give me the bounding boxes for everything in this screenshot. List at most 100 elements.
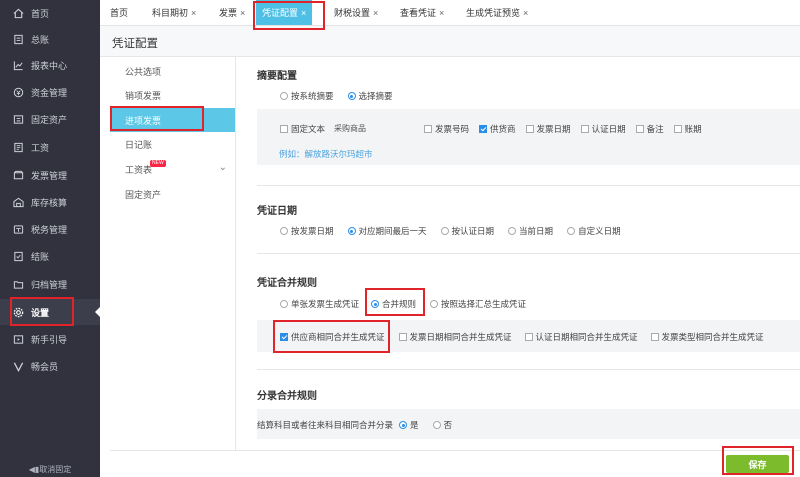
- sidebar-item-home[interactable]: 首页: [0, 0, 100, 26]
- tab-home[interactable]: 首页: [110, 0, 128, 25]
- sidebar-item-archive[interactable]: 归档管理: [0, 271, 100, 297]
- merge-rule-section-title: 凭证合并规则: [257, 278, 317, 289]
- close-icon[interactable]: ×: [523, 8, 528, 18]
- radio-no[interactable]: 否: [432, 419, 453, 431]
- sidebar-item-checkout[interactable]: 结账: [0, 243, 100, 269]
- checkbox-label: 发票日期: [536, 123, 571, 134]
- merge-rule-checkboxes: 供应商相同合并生成凭证 发票日期相同合并生成凭证 认证日期相同合并生成凭证 发票…: [280, 331, 764, 343]
- sidebar-item-label: 报表中心: [31, 60, 68, 71]
- checkbox-box: [525, 124, 534, 133]
- invoice-number-checkbox[interactable]: 发票号码: [424, 123, 469, 135]
- menu-item-payroll[interactable]: 工资表 NEW ⌄: [110, 157, 235, 181]
- tab-label: 首页: [110, 8, 129, 18]
- fixed-text-input[interactable]: 采购商品: [330, 122, 370, 135]
- radio-dot: [432, 421, 441, 429]
- menu-item-label: 公共选项: [125, 66, 162, 77]
- sidebar-item-salary[interactable]: 工资: [0, 134, 100, 160]
- tab-view-voucher[interactable]: 查看凭证 ×: [400, 0, 444, 25]
- same-auth-date-checkbox[interactable]: 认证日期相同合并生成凭证: [524, 331, 638, 343]
- checkbox-label: 认证日期相同合并生成凭证: [535, 332, 638, 342]
- page-header: 凭证配置: [100, 26, 800, 57]
- radio-period-last-day[interactable]: 对应期间最后一天: [347, 225, 427, 237]
- checkbox-box: [398, 333, 407, 341]
- tab-bar: 首页 科目期初 × 发票 × 凭证配置 × 财税设置 × 查看凭证 × 生成凭证…: [100, 0, 800, 26]
- fixed-text-checkbox[interactable]: 固定文本: [280, 123, 325, 135]
- radio-single-invoice[interactable]: 单张发票生成凭证: [280, 298, 359, 310]
- radio-system-summary[interactable]: 按系统摘要: [280, 90, 334, 102]
- radio-dot: [347, 92, 356, 100]
- summary-fields-row: 固定文本 采购商品 发票号码 供货商 发票日期 认证日期 备注 账期: [280, 122, 702, 135]
- radio-dot: [280, 92, 288, 100]
- sidebar-item-inventory[interactable]: 库存核算: [0, 189, 100, 215]
- checkbox-box: [635, 124, 644, 133]
- sidebar-item-guide[interactable]: 新手引导: [0, 326, 100, 352]
- close-icon[interactable]: ×: [191, 8, 196, 18]
- radio-choose-summary[interactable]: 选择摘要: [347, 90, 393, 102]
- same-invoice-date-checkbox[interactable]: 发票日期相同合并生成凭证: [398, 331, 512, 343]
- sidebar-item-label: 设置: [31, 307, 50, 318]
- radio-custom-date[interactable]: 自定义日期: [567, 225, 621, 237]
- sidebar-item-fixed-assets[interactable]: 固定资产: [0, 106, 100, 132]
- radio-label: 按认证日期: [451, 226, 495, 236]
- money-icon: [12, 86, 24, 98]
- sidebar-item-funds[interactable]: 资金管理: [0, 79, 100, 105]
- tab-voucher-config[interactable]: 凭证配置 ×: [256, 0, 313, 25]
- sidebar-item-settings[interactable]: 设置: [0, 299, 100, 325]
- radio-label: 当前日期: [519, 226, 554, 236]
- checkbox-label: 备注: [646, 123, 664, 134]
- tax-icon: [12, 223, 24, 235]
- sidebar-item-reports[interactable]: 报表中心: [0, 52, 100, 78]
- radio-summary-selection[interactable]: 按照选择汇总生成凭证: [430, 298, 526, 310]
- merge-rule-radios: 单张发票生成凭证 合并规则 按照选择汇总生成凭证: [280, 298, 540, 310]
- close-icon[interactable]: ×: [301, 8, 306, 18]
- tab-invoice[interactable]: 发票 ×: [219, 0, 245, 25]
- menu-item-fixed-assets[interactable]: 固定资产: [110, 182, 235, 206]
- home-icon: [12, 7, 24, 19]
- tab-label: 财税设置: [334, 8, 371, 18]
- sidebar-item-label: 结账: [31, 251, 50, 262]
- menu-item-journal[interactable]: 日记账: [110, 132, 235, 156]
- sidebar-item-ledger[interactable]: 总账: [0, 26, 100, 52]
- sidebar-item-tax[interactable]: 税务管理: [0, 216, 100, 242]
- same-supplier-checkbox[interactable]: 供应商相同合并生成凭证: [280, 331, 385, 343]
- tab-tax-settings[interactable]: 财税设置 ×: [334, 0, 378, 25]
- checkbox-label: 供货商: [490, 123, 516, 134]
- tab-label: 生成凭证预览: [466, 8, 521, 18]
- auth-date-checkbox[interactable]: 认证日期: [580, 123, 626, 135]
- voucher-date-section-title: 凭证日期: [257, 206, 297, 217]
- close-icon[interactable]: ×: [373, 8, 378, 18]
- supplier-checkbox[interactable]: 供货商: [479, 123, 516, 135]
- tab-voucher-preview[interactable]: 生成凭证预览 ×: [466, 0, 528, 25]
- radio-auth-date[interactable]: 按认证日期: [440, 225, 495, 237]
- cancel-pin-button[interactable]: ◀▮取消固定: [0, 461, 100, 477]
- ledger-icon: [12, 33, 24, 45]
- same-invoice-type-checkbox[interactable]: 发票类型相同合并生成凭证: [650, 331, 764, 343]
- invoice-date-checkbox[interactable]: 发票日期: [525, 123, 571, 135]
- radio-dot: [440, 227, 449, 235]
- account-period-checkbox[interactable]: 账期: [673, 123, 702, 135]
- remark-checkbox[interactable]: 备注: [635, 123, 664, 135]
- tab-label: 查看凭证: [400, 8, 437, 18]
- close-icon[interactable]: ×: [439, 8, 444, 18]
- close-icon[interactable]: ×: [240, 8, 245, 18]
- tab-account-opening[interactable]: 科目期初 ×: [152, 0, 196, 25]
- radio-current-date[interactable]: 当前日期: [508, 225, 553, 237]
- radio-invoice-date[interactable]: 按发票日期: [280, 225, 334, 237]
- menu-item-common[interactable]: 公共选项: [110, 59, 235, 83]
- radio-dot: [371, 300, 380, 308]
- sidebar-item-vip[interactable]: 畅会员: [0, 353, 100, 379]
- entry-merge-question: 结算科目或者往来科目相同合并分录: [257, 420, 394, 430]
- menu-item-purchase-invoice[interactable]: 进项发票: [110, 108, 235, 132]
- radio-yes[interactable]: 是: [399, 419, 419, 431]
- checkbox-box: [424, 124, 433, 133]
- sidebar-item-invoices[interactable]: 发票管理: [0, 162, 100, 188]
- config-content: 摘要配置 按系统摘要 选择摘要 固定文本 采购商品 发票号码 供货商 发票日期 …: [237, 57, 800, 450]
- save-button[interactable]: 保存: [726, 455, 789, 473]
- radio-merge-rule[interactable]: 合并规则: [371, 298, 416, 310]
- radio-label: 按发票日期: [291, 226, 334, 236]
- footer-bar: [110, 450, 800, 477]
- menu-item-sales-invoice[interactable]: 销项发票: [110, 83, 235, 107]
- new-badge: NEW: [150, 160, 166, 167]
- radio-label: 否: [443, 420, 453, 430]
- chevron-down-icon[interactable]: ⌄: [219, 162, 227, 173]
